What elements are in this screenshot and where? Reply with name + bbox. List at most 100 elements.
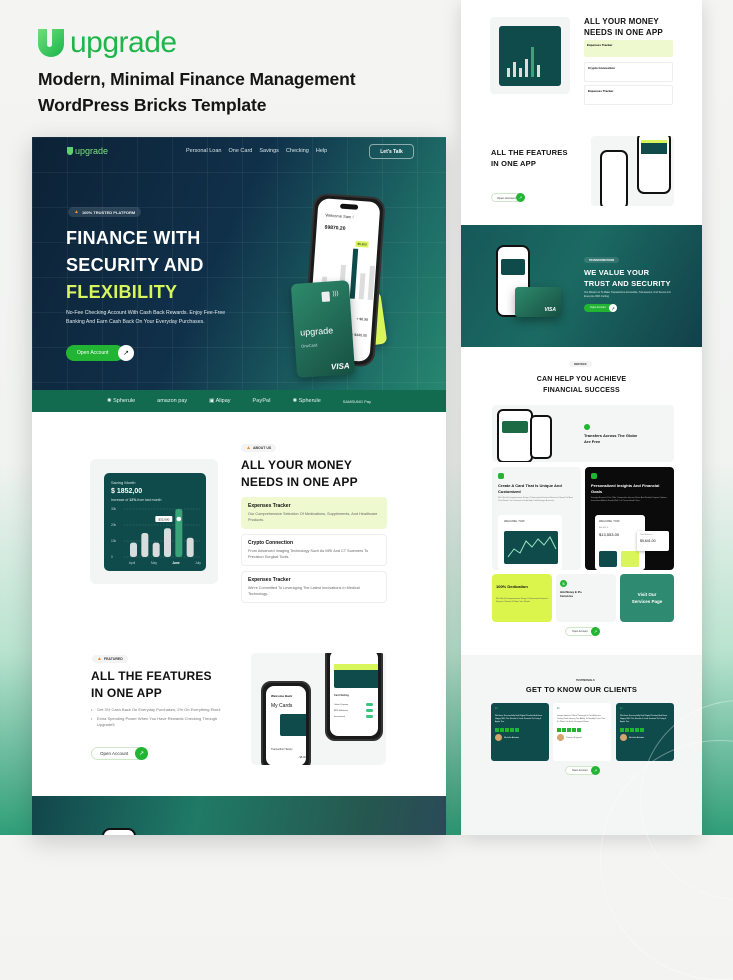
feature-card-expenses-tracker[interactable]: Expenses Tracker Our Comprehensive Select… xyxy=(241,497,387,529)
mini-chart-panel xyxy=(490,17,570,94)
tagline-line-1: Modern, Minimal Finance Management xyxy=(38,69,356,89)
total-balance-value: $9,641.00 xyxy=(640,539,656,543)
dedication-tile: 100% Dedication We Offer A Comprehensive… xyxy=(492,574,552,622)
x-tick-label: May xyxy=(151,561,157,565)
services-title: CAN HELP YOU ACHIEVE FINANCIAL SUCCESS xyxy=(536,376,627,394)
saving-card-note: Increase of 12% from last month xyxy=(111,498,162,502)
mini-saving-card xyxy=(499,26,561,86)
card-name: OneCard xyxy=(300,342,318,349)
avatar xyxy=(495,734,502,741)
arrow-up-right-icon[interactable]: ↗ xyxy=(591,627,600,636)
chart-bar xyxy=(164,528,171,557)
phone-history: Transaction History xyxy=(271,748,293,751)
welcome-text: WELCOME, TOM ! xyxy=(504,520,526,523)
mini-bar xyxy=(513,62,516,77)
flame-icon: ▲ xyxy=(74,209,79,215)
phone-card xyxy=(334,664,378,688)
visit-services-tile[interactable]: Visit Our Services Page xyxy=(620,574,674,622)
features-title-line-1: ALL THE FEATURES xyxy=(91,669,212,683)
nav-logo[interactable]: upgrade xyxy=(67,146,108,156)
about-title: ALL YOUR MONEY NEEDS IN ONE APP xyxy=(241,457,358,491)
tile-phone xyxy=(530,415,552,459)
mini-about-title: ALL YOUR MONEY NEEDS IN ONE APP xyxy=(584,17,663,37)
hero-headline-accent: FLEXIBILITY xyxy=(66,282,178,302)
nav-link-checking[interactable]: Checking xyxy=(286,148,309,154)
phone-bar xyxy=(358,273,366,300)
x-tick-label: April xyxy=(129,561,136,565)
highlight-point xyxy=(176,516,182,522)
open-account-button[interactable]: Open Account xyxy=(66,345,124,361)
toggle-switch[interactable] xyxy=(366,715,373,718)
trust-section-preview xyxy=(32,796,446,835)
chart-bar xyxy=(141,533,149,557)
mini-bar xyxy=(525,59,528,77)
x-tick-label: June xyxy=(172,561,180,565)
tagline: Modern, Minimal Finance Management WordP… xyxy=(38,66,356,118)
toggle-switch[interactable] xyxy=(366,703,373,706)
testimonial-text: We Have Successfully Sold Digital Produc… xyxy=(620,715,668,723)
toggle-list: Online Payment ATM Withdraws Internation… xyxy=(334,704,349,718)
tagline-line-2: WordPress Bricks Template xyxy=(38,95,267,115)
mini-features-title: ALL THE FEATURES IN ONE APP xyxy=(491,148,568,168)
lets-talk-button[interactable]: Let's Talk xyxy=(369,144,414,159)
chart-bar xyxy=(152,542,160,557)
quote-icon: “ xyxy=(620,706,623,715)
mini-bar xyxy=(531,47,534,77)
trust-title: WE VALUE YOUR TRUST AND SECURITY xyxy=(584,268,671,288)
features-phones-preview: Welcome Back My Cards Transaction Histor… xyxy=(251,653,386,765)
partner-logo-spherule-2: ✺ Spherule xyxy=(292,398,321,404)
mini-bar xyxy=(537,65,540,77)
client-name: Michelle Adaobia xyxy=(504,736,520,739)
arrow-up-right-icon[interactable]: ↗ xyxy=(591,766,600,775)
phone-title: My Cards xyxy=(271,703,293,709)
mini-feature-card: Expenses Tracker xyxy=(584,40,673,57)
total-balance-label: Total Balance xyxy=(640,534,653,536)
phone-bar xyxy=(349,248,359,299)
feature-card-crypto-connection[interactable]: Crypto Connection From Advanced Imaging T… xyxy=(241,534,387,566)
features-bullets: Get 3% Cash Back On Everyday Purchases, … xyxy=(91,707,221,731)
insights-desc: Savings Accounts That Offer Competitive … xyxy=(591,497,668,502)
toggle-switch[interactable] xyxy=(366,709,373,712)
nav-link-one-card[interactable]: One Card xyxy=(228,148,252,154)
phone-top-edge xyxy=(102,828,136,835)
line-chart-card xyxy=(504,531,558,564)
chart-bar xyxy=(186,537,194,557)
clients-title: GET TO KNOW OUR CLIENTS xyxy=(525,685,638,694)
mini-feature-card: Crypto Connection xyxy=(584,62,673,82)
phone-welcome: Welcome Sam ! xyxy=(325,212,354,220)
arrow-up-right-icon[interactable]: ↗ xyxy=(135,747,148,760)
trust-description: Our Mission Is To Make Transactions Acce… xyxy=(584,291,671,298)
hero-description: No-Fee Checking Account With Cash Back R… xyxy=(66,310,226,325)
arrow-up-right-icon[interactable]: ↗ xyxy=(609,304,617,312)
onecard-credit-card: ))) upgrade OneCard VISA xyxy=(290,280,356,378)
nav-link-help[interactable]: Help xyxy=(316,148,327,154)
nav-link-personal-loan[interactable]: Personal Loan xyxy=(186,148,221,154)
insights-tile: Personalized Insights And Financial Goal… xyxy=(585,467,674,570)
feature-card-expenses-tracker-2[interactable]: Expenses Tracker We're Committed To Lever… xyxy=(241,571,387,603)
brand-header: upgrade xyxy=(38,28,177,58)
transfers-title: Transfers Across The Globe Are Free xyxy=(584,433,638,444)
quote-icon: “ xyxy=(557,706,560,715)
phone-chart-label: $5,600 xyxy=(355,240,369,248)
mini-features-phones xyxy=(591,136,674,206)
dedication-title: 100% Dedication xyxy=(496,584,528,589)
y-tick-label: 20k xyxy=(111,523,117,527)
hero-section: upgrade Personal Loan One Card Savings C… xyxy=(32,137,446,390)
arrow-up-right-icon[interactable]: ↗ xyxy=(118,345,134,361)
mini-phone xyxy=(600,150,628,206)
upgrade-logo-icon xyxy=(38,29,64,57)
avatar xyxy=(620,734,627,741)
insights-title: Personalized Insights And Financial Goal… xyxy=(591,483,660,494)
chart-bar xyxy=(130,542,137,557)
mini-bar xyxy=(507,68,510,77)
welcome-text: WELCOME, TOM ! xyxy=(599,520,621,523)
partner-logo-samsung-pay: SAMSUNG Pay xyxy=(342,398,371,404)
dollar-icon: $ xyxy=(560,580,567,587)
nav-link-savings[interactable]: Savings xyxy=(259,148,279,154)
avatar xyxy=(557,734,564,741)
featured-tag: ▲ FEATURED xyxy=(92,655,128,663)
homepage-mockup-right: ALL YOUR MONEY NEEDS IN ONE APP Expenses … xyxy=(461,0,702,835)
phone-welcome: Welcome Back xyxy=(271,694,293,698)
homepage-mockup-left: upgrade Personal Loan One Card Savings C… xyxy=(32,137,446,835)
arrow-up-right-icon[interactable]: ↗ xyxy=(516,193,525,202)
